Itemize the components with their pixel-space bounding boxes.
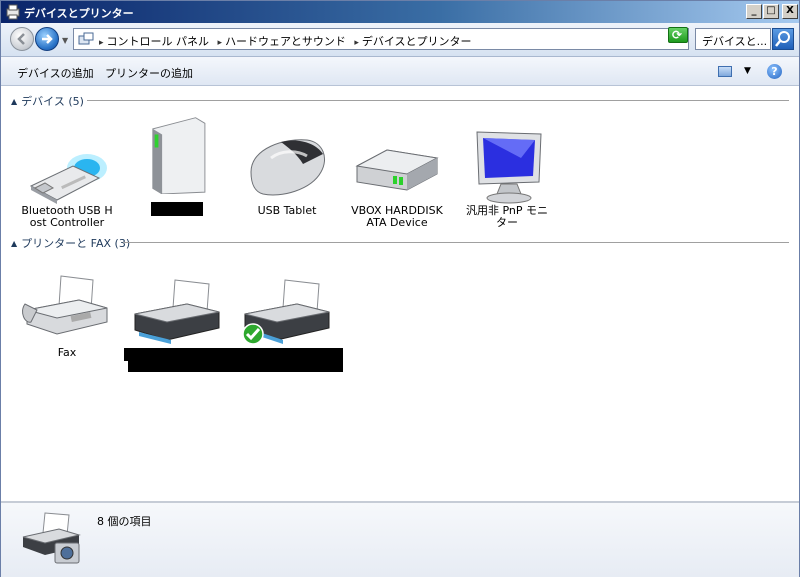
device-label: Bluetooth USB Host Controller [21,204,113,229]
mouse-icon [250,139,325,196]
collapse-triangle-icon[interactable]: ▲ [11,239,17,248]
printer-item-fax[interactable]: Fax [21,266,113,366]
redacted-label [151,202,203,216]
device-item-computer[interactable] [131,114,223,234]
computer-tower-icon [152,117,206,194]
search-input[interactable]: デバイスと... [695,28,771,50]
device-label: 汎用非 PnP モニター [465,204,549,229]
device-label: USB Tablet [257,204,317,217]
hard-disk-icon [355,149,439,191]
search-icon [775,31,790,47]
group-divider [123,242,789,243]
window-title: デバイスとプリンター [24,7,134,20]
window: デバイスとプリンター _ □ X ▼ ▸ コントロール パネル ▸ ハードウェアとサ… [0,0,800,577]
breadcrumb: ▸ コントロール パネル ▸ ハードウェアとサウンド ▸ デバイスとプリンター [96,33,474,49]
breadcrumb-separator-icon[interactable]: ▸ [354,38,359,48]
monitor-icon [476,131,542,204]
details-pane: 8 個の項目 [1,501,799,577]
group-header-devices[interactable]: ▲ デバイス (5) [11,93,84,108]
history-dropdown-icon[interactable]: ▼ [62,36,70,45]
printer-label: Fax [57,346,77,359]
breadcrumb-hardware-sound[interactable]: ハードウェアとサウンド [225,35,346,48]
device-item-bluetooth[interactable]: Bluetooth USB Host Controller [21,114,113,234]
close-button[interactable]: X [782,4,798,19]
group-label-devices: デバイス (5) [21,95,84,108]
search-button[interactable] [772,28,794,50]
breadcrumb-devices-printers[interactable]: デバイスとプリンター [362,35,472,48]
view-options-dropdown-icon[interactable]: ▼ [744,66,751,76]
refresh-icon: ⟳ [672,28,683,42]
refresh-button[interactable]: ⟳ [668,27,688,43]
printer-default-icon [244,279,330,344]
printer-icon [134,279,220,344]
device-label: VBOX HARDDISK ATA Device [351,204,443,229]
collapse-triangle-icon[interactable]: ▲ [11,97,17,106]
add-printer-button[interactable]: プリンターの追加 [105,65,193,81]
breadcrumb-separator-icon[interactable]: ▸ [218,38,223,48]
group-header-printers[interactable]: ▲ プリンターと FAX (3) [11,235,131,250]
device-item-usb-tablet[interactable]: USB Tablet [241,114,333,234]
back-button[interactable] [10,27,34,51]
redacted-label [128,358,343,372]
devices-printers-app-icon [6,4,20,20]
breadcrumb-separator-icon[interactable]: ▸ [99,38,104,48]
group-label-printers: プリンターと FAX (3) [21,237,131,250]
group-divider [87,100,789,101]
arrow-left-icon [17,33,25,45]
change-view-icon[interactable] [718,66,732,77]
add-device-button[interactable]: デバイスの追加 [17,65,94,81]
search-input-text: デバイスと... [702,35,768,48]
minimize-button[interactable]: _ [746,4,762,19]
command-bar: デバイスの追加 プリンターの追加 ▼ ? [1,57,799,86]
maximize-button[interactable]: □ [763,4,779,19]
forward-button[interactable] [35,27,59,51]
breadcrumb-control-panel[interactable]: コントロール パネル [107,35,210,48]
address-row: ▼ ▸コントロール パネル ▸ハードウェアとサウンド ▸デバイスとプリンター ▼… [1,23,799,57]
title-bar[interactable]: デバイスとプリンター _ □ X [1,1,799,23]
address-bar[interactable]: ▸コントロール パネル ▸ハードウェアとサウンド ▸デバイスとプリンター ▼ [73,28,728,50]
content-pane: ▲ デバイス (5) Bluetooth USB Host Controller [1,86,799,501]
device-item-monitor[interactable]: 汎用非 PnP モニター [461,114,553,234]
default-check-icon [242,323,264,345]
arrow-right-icon [42,34,53,44]
bluetooth-usb-icon [29,154,107,204]
item-count: 8 個の項目 [97,515,152,528]
control-panel-location-icon [78,32,94,45]
devices-printers-summary-icon [22,512,81,564]
device-item-hard-disk[interactable]: VBOX HARDDISK ATA Device [351,114,443,234]
fax-icon [22,275,108,335]
help-icon[interactable]: ? [767,64,782,79]
